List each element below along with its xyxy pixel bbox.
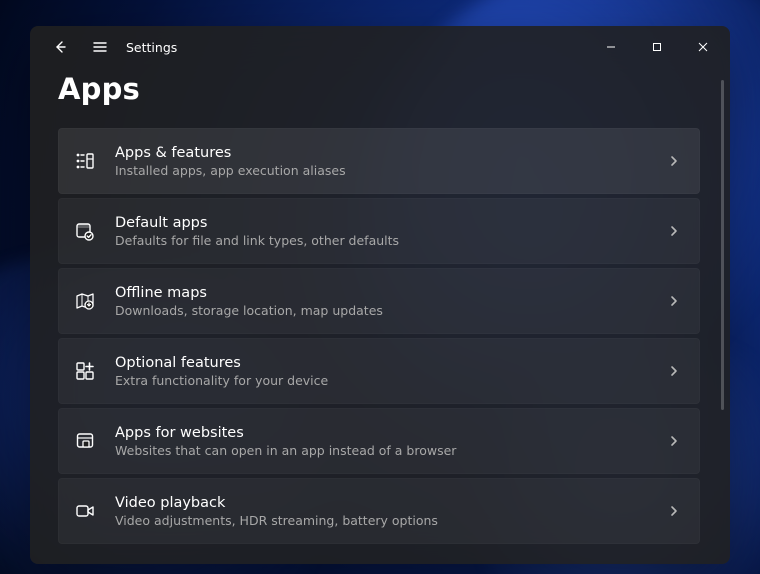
scrollbar[interactable] (721, 80, 724, 410)
apps-features-icon (73, 149, 97, 173)
hamburger-icon (92, 39, 108, 55)
item-title: Default apps (115, 215, 649, 231)
item-default-apps[interactable]: Default apps Defaults for file and link … (58, 198, 700, 264)
minimize-icon (606, 42, 616, 52)
item-video-playback[interactable]: Video playback Video adjustments, HDR st… (58, 478, 700, 544)
chevron-right-icon (667, 154, 681, 168)
offline-maps-icon (73, 289, 97, 313)
item-title: Apps for websites (115, 425, 649, 441)
item-subtitle: Extra functionality for your device (115, 373, 649, 388)
maximize-button[interactable] (634, 31, 680, 63)
chevron-right-icon (667, 364, 681, 378)
item-subtitle: Installed apps, app execution aliases (115, 163, 649, 178)
back-button[interactable] (42, 29, 78, 65)
page-title: Apps (58, 72, 702, 106)
item-subtitle: Video adjustments, HDR streaming, batter… (115, 513, 649, 528)
menu-button[interactable] (82, 29, 118, 65)
item-apps-for-websites[interactable]: Apps for websites Websites that can open… (58, 408, 700, 474)
item-subtitle: Downloads, storage location, map updates (115, 303, 649, 318)
apps-for-websites-icon (73, 429, 97, 453)
item-title: Video playback (115, 495, 649, 511)
chevron-right-icon (667, 504, 681, 518)
item-subtitle: Defaults for file and link types, other … (115, 233, 649, 248)
default-apps-icon (73, 219, 97, 243)
arrow-left-icon (52, 39, 68, 55)
item-offline-maps[interactable]: Offline maps Downloads, storage location… (58, 268, 700, 334)
item-title: Apps & features (115, 145, 649, 161)
chevron-right-icon (667, 434, 681, 448)
close-icon (698, 42, 708, 52)
settings-list: Apps & features Installed apps, app exec… (58, 128, 702, 544)
optional-features-icon (73, 359, 97, 383)
video-playback-icon (73, 499, 97, 523)
chevron-right-icon (667, 224, 681, 238)
window-title: Settings (126, 40, 177, 55)
maximize-icon (652, 42, 662, 52)
titlebar: Settings (30, 26, 730, 68)
item-title: Optional features (115, 355, 649, 371)
item-title: Offline maps (115, 285, 649, 301)
close-button[interactable] (680, 31, 726, 63)
item-subtitle: Websites that can open in an app instead… (115, 443, 649, 458)
chevron-right-icon (667, 294, 681, 308)
item-optional-features[interactable]: Optional features Extra functionality fo… (58, 338, 700, 404)
item-apps-features[interactable]: Apps & features Installed apps, app exec… (58, 128, 700, 194)
settings-window: Settings Apps (30, 26, 730, 564)
minimize-button[interactable] (588, 31, 634, 63)
